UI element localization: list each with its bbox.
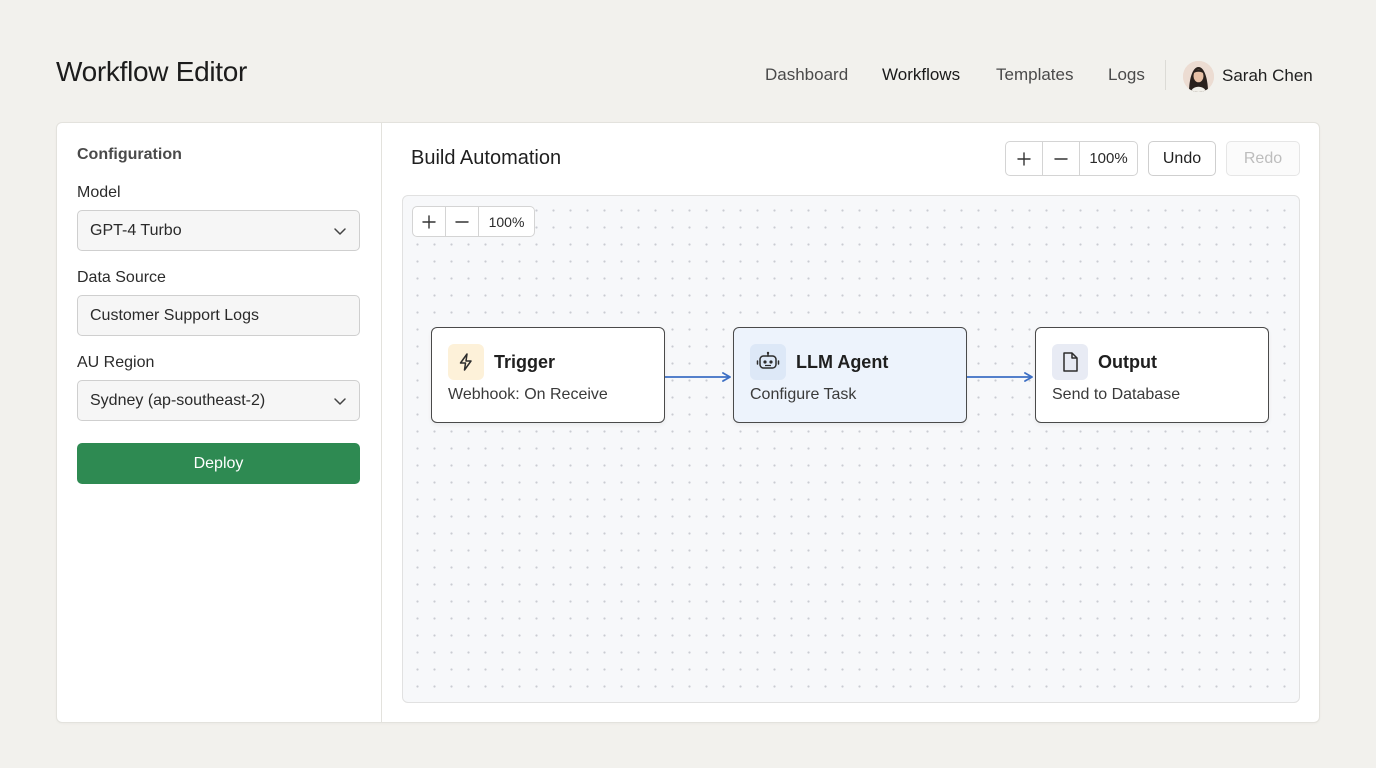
minus-icon — [1054, 157, 1068, 160]
editor-title: Build Automation — [411, 147, 562, 169]
toolbar-zoom-controls: 100% — [1005, 141, 1138, 176]
node-llm-agent[interactable]: LLM Agent Configure Task — [733, 327, 967, 423]
canvas-zoom-controls: 100% — [412, 206, 535, 237]
data-source-input[interactable]: Customer Support Logs — [77, 295, 360, 336]
region-label: AU Region — [77, 354, 155, 371]
user-name: Sarah Chen — [1222, 66, 1313, 85]
avatar — [1183, 60, 1214, 92]
node-output[interactable]: Output Send to Database — [1035, 327, 1269, 423]
canvas-zoom-in-button[interactable] — [413, 207, 446, 236]
node-title: Output — [1098, 352, 1157, 372]
plus-icon — [1017, 151, 1031, 166]
edge-layer — [665, 372, 1033, 382]
region-select[interactable]: Sydney (ap-southeast-2) — [77, 380, 360, 421]
node-subtitle: Configure Task — [750, 386, 857, 403]
main-card: Configuration Model GPT-4 Turbo Data Sou… — [56, 122, 1320, 723]
node-subtitle: Webhook: On Receive — [448, 386, 608, 403]
region-value: Sydney (ap-southeast-2) — [90, 391, 266, 409]
model-select[interactable]: GPT-4 Turbo — [77, 210, 360, 251]
canvas-zoom-level: 100% — [488, 213, 525, 230]
robot-icon — [750, 344, 786, 380]
nav-templates[interactable]: Templates — [996, 65, 1073, 85]
top-nav: Dashboard Workflows Templates Logs Sarah… — [0, 56, 1313, 96]
node-trigger[interactable]: Trigger Webhook: On Receive — [431, 327, 665, 423]
zoom-out-button[interactable] — [1043, 142, 1080, 175]
data-source-label: Data Source — [77, 269, 166, 286]
document-icon — [1052, 344, 1088, 380]
data-source-value: Customer Support Logs — [90, 306, 259, 324]
node-title: Trigger — [494, 352, 556, 372]
undo-button[interactable]: Undo — [1148, 141, 1216, 176]
minus-icon — [455, 220, 469, 223]
nav-workflows[interactable]: Workflows — [882, 65, 960, 85]
user-menu[interactable]: Sarah Chen — [1183, 60, 1313, 92]
zoom-level: 100% — [1089, 150, 1128, 167]
deploy-button[interactable]: Deploy — [77, 443, 360, 484]
model-label: Model — [77, 184, 121, 201]
config-heading: Configuration — [77, 146, 182, 163]
redo-button[interactable]: Redo — [1226, 141, 1300, 176]
nav-logs[interactable]: Logs — [1108, 65, 1145, 85]
chevron-down-icon — [334, 397, 346, 405]
model-value: GPT-4 Turbo — [90, 221, 182, 239]
node-title: LLM Agent — [796, 352, 889, 372]
nav-dashboard[interactable]: Dashboard — [765, 65, 848, 85]
canvas-zoom-out-button[interactable] — [446, 207, 479, 236]
node-subtitle: Send to Database — [1052, 386, 1181, 403]
zoom-in-button[interactable] — [1006, 142, 1043, 175]
plus-icon — [422, 214, 436, 229]
nav-divider — [1165, 60, 1166, 90]
chevron-down-icon — [334, 227, 346, 235]
lightning-icon — [448, 344, 484, 380]
config-sidebar: Configuration Model GPT-4 Turbo Data Sou… — [57, 123, 382, 722]
workflow-canvas[interactable]: 100% Trigger Webhook: On Receive LLM Age… — [402, 195, 1300, 703]
